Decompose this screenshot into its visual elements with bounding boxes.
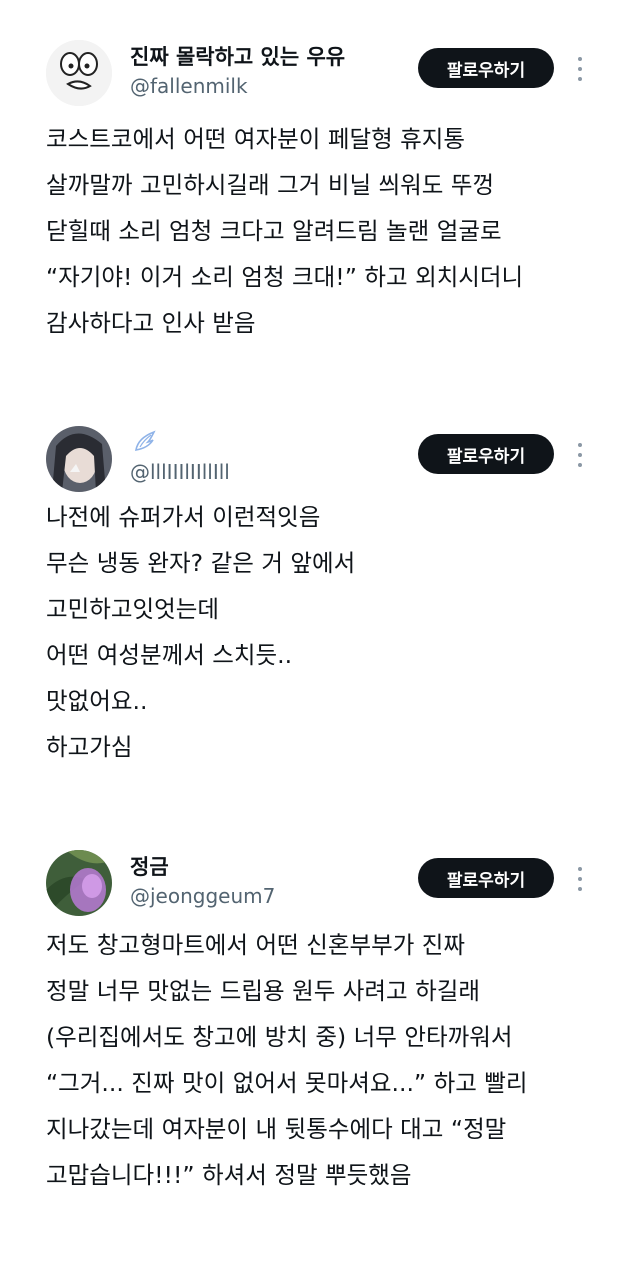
tweet-text-line: 감사하다고 인사 받음 [46,309,256,337]
tweet-text-line: “그거... 진짜 맛이 없어서 못마셔요...” 하고 빨리 [46,1069,528,1097]
avatar[interactable] [46,426,112,492]
tweet-text-line: 저도 창고형마트에서 어떤 신혼부부가 진짜 [46,931,466,959]
follow-button[interactable]: 팔로우하기 [418,434,554,474]
tweet-text: 저도 창고형마트에서 어떤 신혼부부가 진짜 정말 너무 맛없는 드립용 원두 … [46,922,606,1198]
display-name[interactable]: 진짜 몰락하고 있는 우유 [130,42,345,72]
follow-button[interactable]: 팔로우하기 [418,858,554,898]
tweet-header: 진짜 몰락하고 있는 우유 @fallenmilk 팔로우하기 [0,38,640,110]
user-handle[interactable]: @jeonggeum7 [130,882,275,910]
tweet-text-line: (우리집에서도 창고에 방치 중) 너무 안타까워서 [46,1023,513,1051]
avatar[interactable] [46,40,112,106]
doodle-face-icon [46,40,112,106]
tweet-text-line: 고민하고잇엇는데 [46,595,219,623]
tweet-header: @lllIIIlIIllIll 팔로우하기 [0,424,640,496]
tweet-text-line: 무슨 냉동 완자? 같은 거 앞에서 [46,549,356,577]
tweet-text-line: 고맙습니다!!!” 하셔서 정말 뿌듯했음 [46,1161,412,1189]
tweet: @lllIIIlIIllIll 팔로우하기 나전에 슈퍼가서 이런적잇음 무슨 … [0,424,640,761]
follow-button[interactable]: 팔로우하기 [418,48,554,88]
tweet-text-line: “자기야! 이거 소리 엄청 크대!” 하고 외치시더니 [46,263,524,291]
tweet-text-line: 하고가심 [46,733,133,761]
tweet-text-line: 어떤 여성분께서 스치듯.. [46,641,293,669]
user-handle[interactable]: @fallenmilk [130,72,345,100]
wing-icon [135,430,156,451]
tweet-text-line: 나전에 슈퍼가서 이런적잇음 [46,503,321,531]
tweet-text-line: 닫힐때 소리 엄청 크다고 알려드림 놀랜 얼굴로 [46,217,502,245]
tweet-text: 나전에 슈퍼가서 이런적잇음 무슨 냉동 완자? 같은 거 앞에서 고민하고잇엇… [46,494,606,770]
tweet-text: 코스트코에서 어떤 여자분이 페달형 휴지통 살까말까 고민하시길래 그거 비닐… [46,116,606,346]
profile-photo-icon [46,850,112,916]
display-name[interactable]: 정금 [130,852,275,882]
tweet: 진짜 몰락하고 있는 우유 @fallenmilk 팔로우하기 코스트코에서 어… [0,38,640,337]
tweet-header: 정금 @jeonggeum7 팔로우하기 [0,848,640,920]
profile-photo-icon [46,426,112,492]
more-options-icon[interactable] [570,54,590,84]
more-options-icon[interactable] [570,440,590,470]
tweet-text-line: 정말 너무 맛없는 드립용 원두 사려고 하길래 [46,977,480,1005]
tweet-text-line: 맛없어요.. [46,687,148,715]
user-handle[interactable]: @lllIIIlIIllIll [130,458,230,486]
display-name[interactable] [130,428,230,458]
tweet-text-line: 살까말까 고민하시길래 그거 비닐 씌워도 뚜껑 [46,171,495,199]
tweet-text-line: 지나갔는데 여자분이 내 뒷통수에다 대고 “정말 [46,1115,507,1143]
more-options-icon[interactable] [570,864,590,894]
tweet-text-line: 코스트코에서 어떤 여자분이 페달형 휴지통 [46,125,466,153]
tweet-feed: 진짜 몰락하고 있는 우유 @fallenmilk 팔로우하기 코스트코에서 어… [0,0,640,1280]
tweet: 정금 @jeonggeum7 팔로우하기 저도 창고형마트에서 어떤 신혼부부가… [0,848,640,1189]
avatar[interactable] [46,850,112,916]
